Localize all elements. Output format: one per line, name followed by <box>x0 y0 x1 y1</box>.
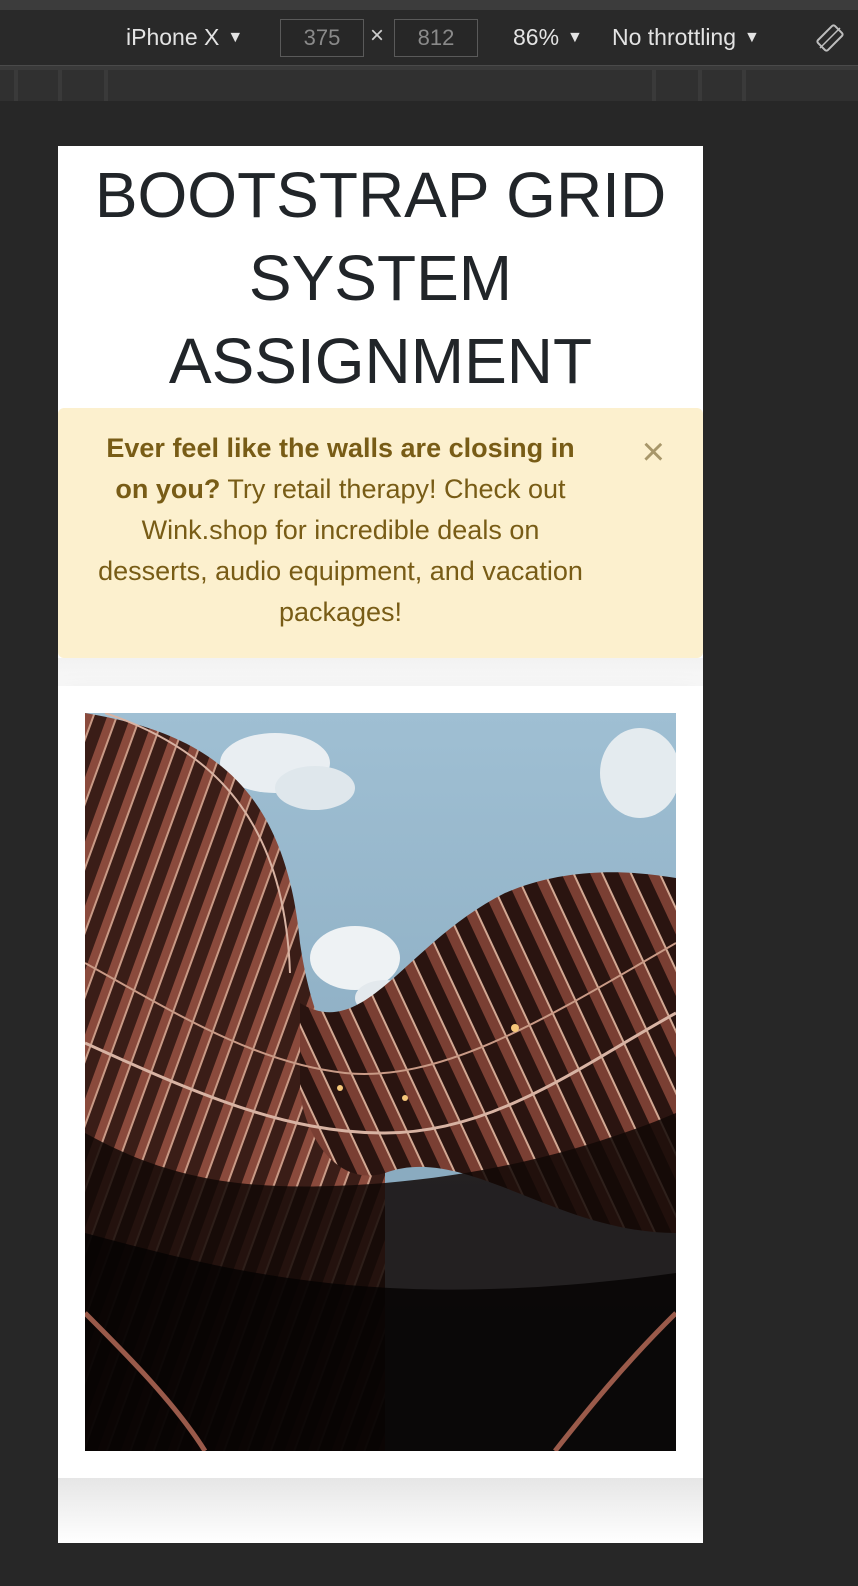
ruler-segment[interactable] <box>108 70 652 101</box>
building-photo <box>85 713 676 1451</box>
close-icon[interactable]: × <box>642 428 665 476</box>
device-select[interactable]: iPhone X ▼ <box>126 10 243 65</box>
ruler-segment[interactable] <box>702 70 742 101</box>
media-query-ruler <box>0 66 858 101</box>
times-icon: × <box>370 22 385 49</box>
throttling-select[interactable]: No throttling ▼ <box>612 10 760 65</box>
chevron-down-icon: ▼ <box>227 28 244 46</box>
device-viewport: BOOTSTRAP GRID SYSTEM ASSIGNMENT Ever fe… <box>58 146 703 1543</box>
page-bottom <box>58 1478 703 1543</box>
curved-building-illustration <box>85 713 676 1451</box>
zoom-label: 86% <box>513 24 560 50</box>
rotate-icon[interactable] <box>815 23 845 53</box>
devtools-top-bar <box>0 0 858 10</box>
device-toolbar: iPhone X ▼ 375 × 812 86% ▼ No throttling… <box>0 10 858 66</box>
chevron-down-icon: ▼ <box>744 28 760 46</box>
ruler-segment[interactable] <box>0 70 14 101</box>
ruler-segment[interactable] <box>62 70 104 101</box>
ruler-segment[interactable] <box>18 70 58 101</box>
page-title: BOOTSTRAP GRID SYSTEM ASSIGNMENT <box>94 159 667 397</box>
throttling-label: No throttling <box>612 24 737 50</box>
zoom-select[interactable]: 86% ▼ <box>513 10 583 65</box>
warning-alert: Ever feel like the walls are closing in … <box>58 408 703 658</box>
device-label: iPhone X <box>126 24 220 50</box>
width-input[interactable]: 375 <box>280 19 364 57</box>
chevron-down-icon: ▼ <box>567 28 583 46</box>
image-card <box>58 686 703 1478</box>
ruler-segment[interactable] <box>746 70 858 101</box>
ruler-segment[interactable] <box>656 70 698 101</box>
height-input[interactable]: 812 <box>394 19 478 57</box>
